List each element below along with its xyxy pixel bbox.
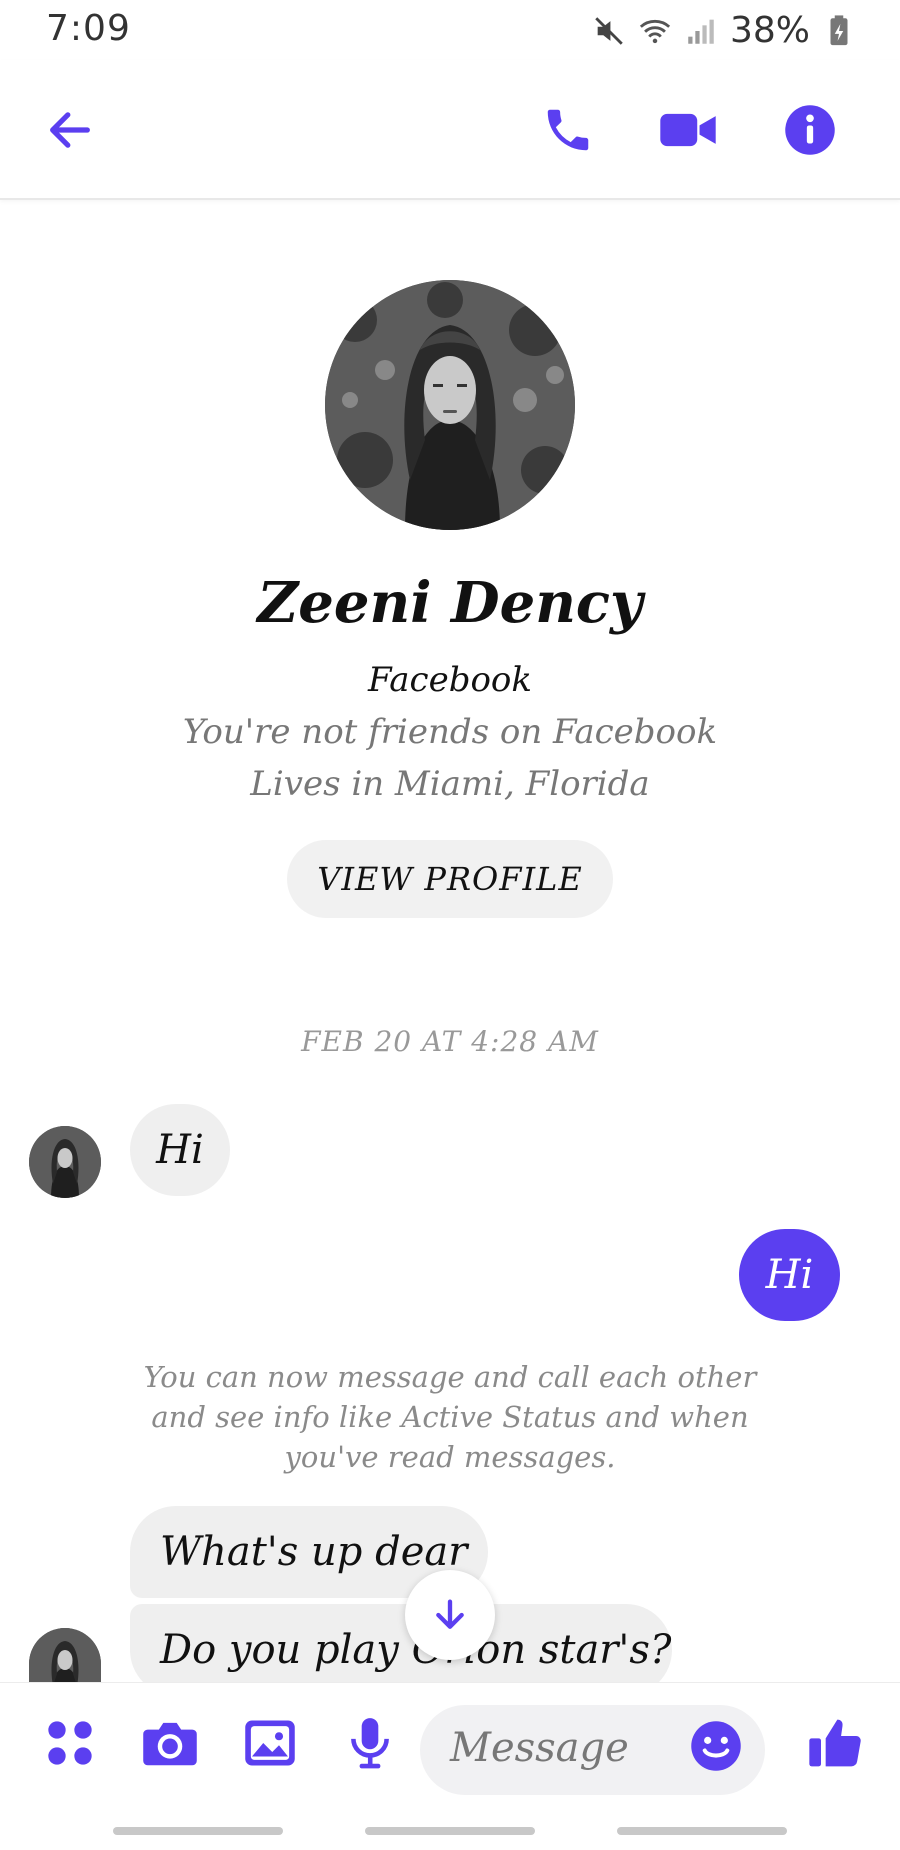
- call-button[interactable]: [538, 100, 598, 160]
- contact-avatar[interactable]: [325, 280, 575, 530]
- message-composer: Message: [0, 1682, 900, 1800]
- contact-platform: Facebook: [367, 660, 533, 700]
- apps-button[interactable]: [40, 1713, 100, 1773]
- wifi-icon: [639, 19, 671, 43]
- microphone-icon: [351, 1718, 389, 1769]
- like-button[interactable]: [805, 1713, 865, 1773]
- friendship-status: You're not friends on Facebook: [182, 712, 718, 752]
- apps-icon: [48, 1721, 92, 1765]
- message-timestamp: FEB 20 AT 4:28 AM: [301, 1025, 599, 1058]
- battery-icon: [830, 14, 848, 45]
- scroll-to-bottom-button[interactable]: [405, 1570, 495, 1660]
- contact-location: Lives in Miami, Florida: [250, 764, 650, 804]
- sender-avatar[interactable]: [29, 1126, 101, 1198]
- status-icons: 38%: [592, 10, 856, 51]
- sender-avatar[interactable]: [29, 1628, 101, 1682]
- message-placeholder: Message: [450, 1725, 629, 1771]
- nav-back[interactable]: [617, 1827, 787, 1835]
- camera-icon: [143, 1722, 197, 1766]
- view-profile-button[interactable]: VIEW PROFILE: [287, 840, 613, 918]
- connection-notice: You can now message and call each other …: [143, 1360, 757, 1474]
- message-bubble-incoming[interactable]: Hi: [130, 1104, 230, 1196]
- back-arrow-icon: [50, 112, 90, 148]
- nav-home[interactable]: [365, 1827, 535, 1835]
- conversation-header: [0, 60, 900, 200]
- status-bar: 7:09 38%: [0, 0, 900, 60]
- camera-button[interactable]: [140, 1713, 200, 1773]
- gallery-icon: [245, 1720, 295, 1766]
- arrow-down-icon: [436, 1599, 464, 1629]
- video-call-button[interactable]: [658, 100, 718, 160]
- status-time: 7:09: [46, 8, 131, 49]
- message-input[interactable]: Message: [420, 1705, 765, 1795]
- info-icon: [785, 105, 835, 155]
- message-bubble-outgoing[interactable]: Hi: [739, 1229, 840, 1321]
- phone-icon: [547, 109, 589, 151]
- nav-recents[interactable]: [113, 1827, 283, 1835]
- gallery-button[interactable]: [240, 1713, 300, 1773]
- sender-photo: [29, 1628, 101, 1682]
- contact-name: Zeeni Dency: [257, 570, 643, 636]
- signal-icon: [688, 19, 714, 44]
- thumbs-up-icon: [809, 1719, 861, 1767]
- mute-icon: [595, 16, 623, 45]
- contact-photo: [325, 280, 575, 530]
- back-button[interactable]: [40, 100, 100, 160]
- emoji-icon: [691, 1721, 741, 1771]
- info-button[interactable]: [780, 100, 840, 160]
- emoji-button[interactable]: [689, 1719, 749, 1779]
- battery-percent: 38%: [729, 10, 810, 51]
- voice-record-button[interactable]: [340, 1713, 400, 1773]
- video-camera-icon: [660, 113, 716, 147]
- sender-photo: [29, 1126, 101, 1198]
- system-nav-bar: [0, 1815, 900, 1850]
